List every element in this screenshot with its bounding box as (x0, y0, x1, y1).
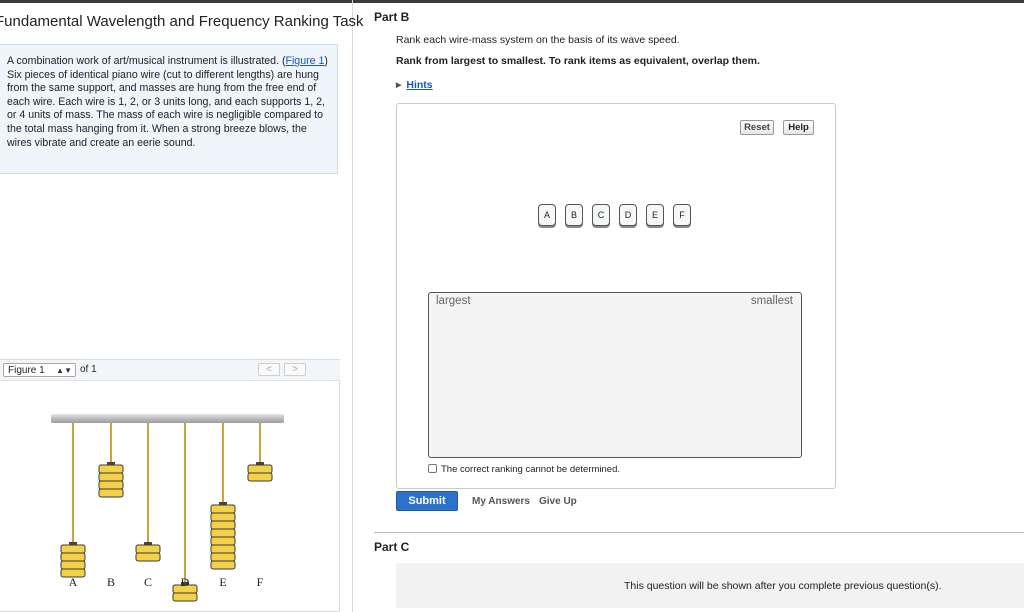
figure-link[interactable]: Figure 1 (285, 55, 324, 67)
mass-stack-f (247, 464, 273, 482)
help-button[interactable]: Help (783, 120, 814, 135)
figure-count: of 1 (80, 364, 97, 375)
tile-a[interactable]: A (538, 204, 556, 226)
figure-select[interactable]: Figure 1 ▲▼ (3, 363, 76, 377)
part-b-instruction: Rank from largest to smallest. To rank i… (396, 55, 760, 67)
submit-button[interactable]: Submit (396, 491, 458, 511)
mass-stack-e (210, 504, 236, 570)
ranking-workspace: Reset Help A B C D E F largest smallest … (396, 103, 836, 489)
mass-stack-c (135, 544, 161, 562)
figure-toolbar: Figure 1 ▲▼ of 1 < > (0, 360, 340, 381)
hints-label: Hints (406, 79, 433, 91)
ranking-drop-area[interactable]: largest smallest (428, 292, 802, 458)
expand-triangle-icon: ▶ (396, 82, 402, 89)
tile-b[interactable]: B (565, 204, 583, 226)
figure-panel: Figure 1 ▲▼ of 1 < > A B C D E F (0, 359, 340, 612)
mass-stack-a (60, 544, 86, 578)
hints-toggle[interactable]: ▶ Hints (396, 79, 433, 91)
left-panel: Fundamental Wavelength and Frequency Ran… (0, 0, 364, 612)
intro-text: A combination work of art/musical instru… (7, 55, 329, 150)
intro-text-before: A combination work of art/musical instru… (7, 55, 286, 67)
wire-label-b: B (107, 575, 115, 589)
part-c-title: Part C (374, 540, 410, 554)
part-b-title: Part B (374, 10, 410, 24)
wire-label-a: A (69, 575, 78, 589)
wire-mass-figure: A B C D E F (51, 414, 284, 602)
my-answers-link[interactable]: My Answers (472, 496, 530, 507)
tile-d[interactable]: D (619, 204, 637, 226)
select-arrows-icon: ▲▼ (56, 366, 72, 375)
tile-f[interactable]: F (673, 204, 691, 226)
figure-next-button[interactable]: > (284, 363, 306, 376)
task-title: Fundamental Wavelength and Frequency Ran… (0, 13, 364, 30)
intro-text-after: ) Six pieces of identical piano wire (cu… (7, 55, 328, 149)
part-b-prompt: Rank each wire-mass system on the basis … (396, 34, 680, 46)
tile-e[interactable]: E (646, 204, 664, 226)
wire-label-f: F (257, 575, 264, 589)
part-c-box: This question will be shown after you co… (396, 563, 1024, 608)
tile-c[interactable]: C (592, 204, 610, 226)
wire-label-d: D (181, 575, 190, 589)
support-bar (51, 414, 284, 423)
cannot-determine-checkbox[interactable] (428, 464, 437, 473)
mass-stack-b (98, 464, 124, 498)
intro-box: A combination work of art/musical instru… (0, 44, 338, 174)
wire-label-e: E (219, 575, 226, 589)
reset-button[interactable]: Reset (740, 120, 774, 135)
cannot-determine-label: The correct ranking cannot be determined… (441, 464, 621, 475)
figure-prev-button[interactable]: < (258, 363, 280, 376)
rank-largest-label: largest (436, 295, 471, 307)
cannot-determine-option[interactable]: The correct ranking cannot be determined… (428, 464, 620, 476)
rank-smallest-label: smallest (750, 295, 793, 307)
part-c-message: This question will be shown after you co… (624, 580, 942, 592)
give-up-link[interactable]: Give Up (539, 496, 577, 507)
wires-group: A B C D E F (60, 423, 273, 602)
section-divider (374, 532, 1024, 533)
wire-label-c: C (144, 575, 152, 589)
figure-select-value: Figure 1 (8, 365, 45, 376)
